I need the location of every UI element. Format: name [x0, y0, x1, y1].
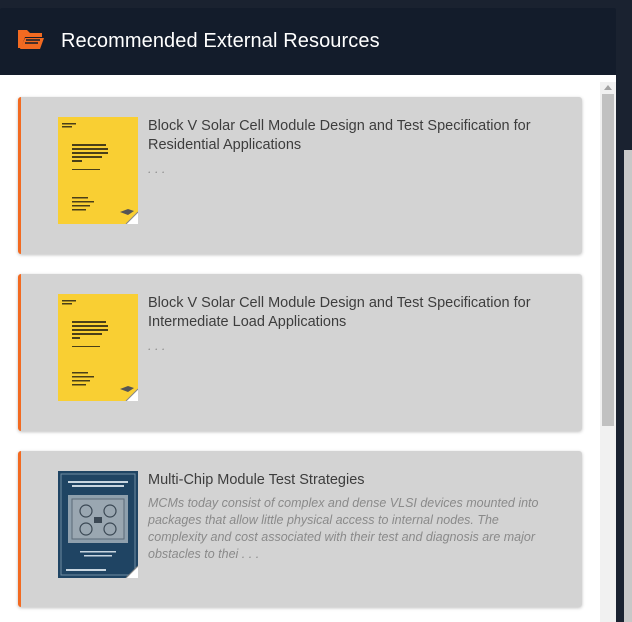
scroll-up-arrow-icon[interactable] [604, 85, 612, 90]
resource-description: . . . [148, 162, 166, 176]
vertical-scrollbar[interactable] [600, 82, 616, 622]
resource-cover-thumbnail[interactable] [58, 471, 138, 578]
resource-title[interactable]: Multi-Chip Module Test Strategies [148, 471, 558, 490]
resource-card[interactable]: Block V Solar Cell Module Design and Tes… [18, 97, 582, 254]
folder-open-icon [17, 27, 45, 51]
panel-title: Recommended External Resources [61, 30, 380, 52]
resource-card[interactable]: Block V Solar Cell Module Design and Tes… [18, 274, 582, 431]
panel-header: Recommended External Resources [0, 8, 616, 75]
resource-cover-thumbnail[interactable] [58, 294, 138, 401]
resource-cover-thumbnail[interactable] [58, 117, 138, 224]
resource-description: MCMs today consist of complex and dense … [148, 496, 539, 561]
resource-title[interactable]: Block V Solar Cell Module Design and Tes… [148, 294, 558, 332]
scrollbar-thumb[interactable] [602, 94, 614, 426]
outer-scrollbar-thumb[interactable] [624, 150, 632, 622]
resource-title[interactable]: Block V Solar Cell Module Design and Tes… [148, 117, 558, 155]
outer-scrollbar-track [616, 0, 632, 622]
resource-card[interactable]: Multi-Chip Module Test Strategies MCMs t… [18, 451, 582, 607]
resource-description: . . . [148, 339, 166, 353]
